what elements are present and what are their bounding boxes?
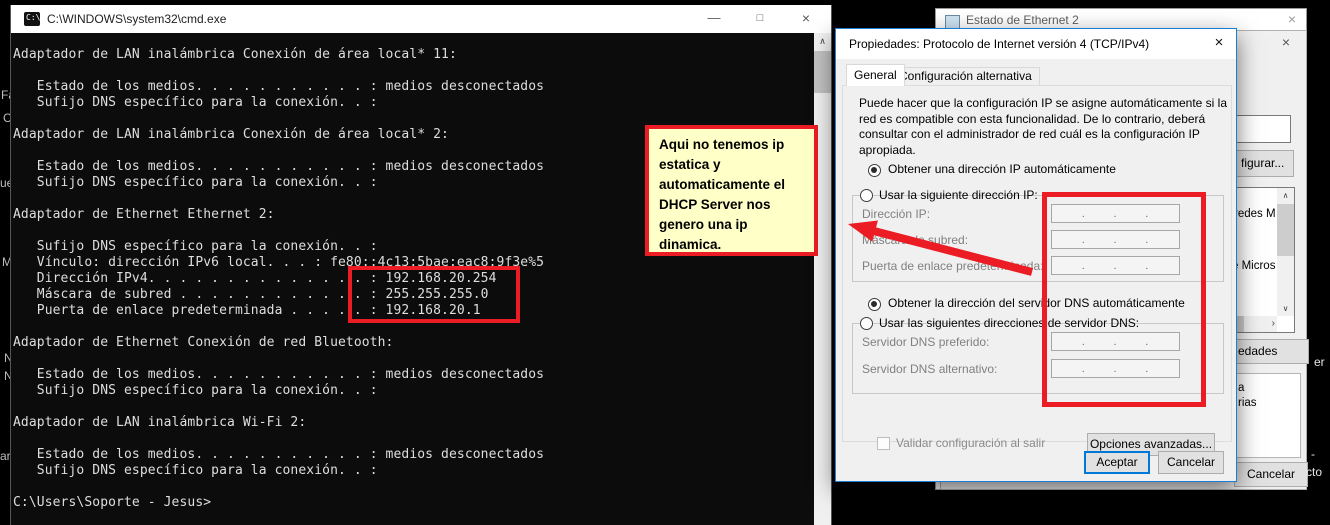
radio-obtain-ip-auto[interactable] bbox=[868, 164, 881, 177]
terminal-line: Adaptador de LAN inalámbrica Conexión de… bbox=[13, 47, 813, 63]
maximize-icon[interactable]: □ bbox=[737, 5, 783, 33]
cmd-icon bbox=[24, 12, 40, 26]
annotation-note: Aqui no tenemos ipestatica yautomaticame… bbox=[645, 125, 818, 256]
close-icon[interactable]: × bbox=[1202, 29, 1236, 59]
dialog-description: Puede hacer que la configuración IP se a… bbox=[859, 96, 1231, 158]
cmd-window: C:\WINDOWS\system32\cmd.exe — □ × Adapta… bbox=[10, 5, 832, 525]
scrollbar-thumb[interactable] bbox=[814, 51, 831, 93]
validate-settings-checkbox[interactable] bbox=[877, 437, 890, 450]
list-item[interactable]: e Micros bbox=[1232, 260, 1275, 272]
terminal-line: Sufijo DNS específico para la conexión. … bbox=[13, 95, 813, 111]
desktop-text-fragment: er bbox=[1314, 355, 1325, 369]
annotation-note-line: dinamica. bbox=[659, 235, 808, 255]
cancel-button[interactable]: Cancelar bbox=[1158, 451, 1224, 474]
terminal-line: Estado de los medios. . . . . . . . . . … bbox=[13, 447, 813, 463]
terminal-line bbox=[13, 479, 813, 495]
desktop-text-fragment: cto bbox=[1306, 465, 1322, 479]
list-vertical-scrollbar[interactable]: ∧ ∨ bbox=[1277, 188, 1294, 316]
network-items-list[interactable]: redes M e Micros ∧ ∨ › bbox=[1229, 187, 1295, 333]
tab-alternate-config[interactable]: Configuración alternativa bbox=[891, 67, 1040, 86]
text-field[interactable] bbox=[1231, 115, 1291, 143]
annotation-note-line: genero una ip bbox=[659, 215, 808, 235]
description-groupbox: a rias bbox=[1231, 373, 1301, 458]
radio-obtain-dns-auto[interactable] bbox=[868, 298, 881, 311]
desktop-text-fragment: - bbox=[1311, 447, 1315, 461]
ethernet-status-title: Estado de Ethernet 2 bbox=[966, 13, 1079, 27]
desktop: FaCueMNNar C:\WINDOWS\system32\cmd.exe —… bbox=[0, 0, 1330, 525]
annotation-arrow bbox=[830, 200, 1045, 290]
dialog-title: Propiedades: Protocolo de Internet versi… bbox=[849, 37, 1149, 51]
dns-field-label: Servidor DNS alternativo: bbox=[862, 362, 1051, 376]
close-icon[interactable]: × bbox=[783, 5, 829, 33]
scroll-up-icon[interactable]: ∧ bbox=[814, 33, 831, 50]
highlight-rect-dialog bbox=[1042, 192, 1206, 407]
list-item[interactable]: redes M bbox=[1234, 208, 1276, 220]
cmd-scrollbar[interactable]: ∧ bbox=[814, 33, 831, 525]
radio-obtain-ip-auto-label[interactable]: Obtener una dirección IP automáticamente bbox=[888, 162, 1116, 176]
terminal-line: Sufijo DNS específico para la conexión. … bbox=[13, 383, 813, 399]
dns-field-label: Servidor DNS preferido: bbox=[862, 335, 1051, 349]
terminal-line bbox=[13, 431, 813, 447]
annotation-note-line: automaticamente el bbox=[659, 175, 808, 195]
cancel-button[interactable]: Cancelar bbox=[1234, 462, 1308, 487]
highlight-rect-terminal bbox=[348, 266, 520, 323]
terminal-line bbox=[13, 351, 813, 367]
terminal-line: Adaptador de Ethernet Conexión de red Bl… bbox=[13, 335, 813, 351]
cmd-title: C:\WINDOWS\system32\cmd.exe bbox=[47, 12, 226, 26]
terminal-line: Adaptador de LAN inalámbrica Wi-Fi 2: bbox=[13, 415, 813, 431]
scroll-down-icon[interactable]: ∨ bbox=[1277, 301, 1294, 316]
close-icon[interactable]: × bbox=[1288, 11, 1296, 27]
annotation-note-line: DHCP Server nos bbox=[659, 195, 808, 215]
annotation-note-line: Aqui no tenemos ip bbox=[659, 135, 808, 155]
terminal-line: Estado de los medios. . . . . . . . . . … bbox=[13, 367, 813, 383]
terminal-line: Estado de los medios. . . . . . . . . . … bbox=[13, 79, 813, 95]
dialog-titlebar[interactable]: Propiedades: Protocolo de Internet versi… bbox=[836, 29, 1236, 59]
groupbox-header: Usar las siguientes direcciones de servi… bbox=[860, 316, 868, 331]
scrollbar-thumb[interactable] bbox=[1277, 204, 1294, 256]
list-horizontal-scrollbar[interactable]: › bbox=[1230, 316, 1277, 332]
tab-general[interactable]: General bbox=[846, 64, 905, 86]
description-fragment: rias bbox=[1238, 397, 1257, 409]
ok-button[interactable]: Aceptar bbox=[1084, 451, 1150, 474]
scroll-right-icon[interactable]: › bbox=[1272, 316, 1275, 332]
description-fragment: a bbox=[1238, 382, 1244, 394]
annotation-note-line: estatica y bbox=[659, 155, 808, 175]
radio-use-dns[interactable] bbox=[860, 317, 873, 330]
terminal-line bbox=[13, 399, 813, 415]
terminal-line: Sufijo DNS específico para la conexión. … bbox=[13, 463, 813, 479]
terminal-line: C:\Users\Soporte - Jesus> bbox=[13, 495, 813, 511]
validate-settings-label: Validar configuración al salir bbox=[896, 436, 1045, 450]
cmd-titlebar[interactable]: C:\WINDOWS\system32\cmd.exe — □ × bbox=[11, 5, 831, 33]
terminal-line bbox=[13, 63, 813, 79]
scroll-up-icon[interactable]: ∧ bbox=[1277, 188, 1294, 203]
ethernet-status-icon bbox=[945, 15, 960, 29]
close-icon[interactable]: × bbox=[1282, 34, 1290, 50]
minimize-icon[interactable]: — bbox=[691, 5, 737, 33]
